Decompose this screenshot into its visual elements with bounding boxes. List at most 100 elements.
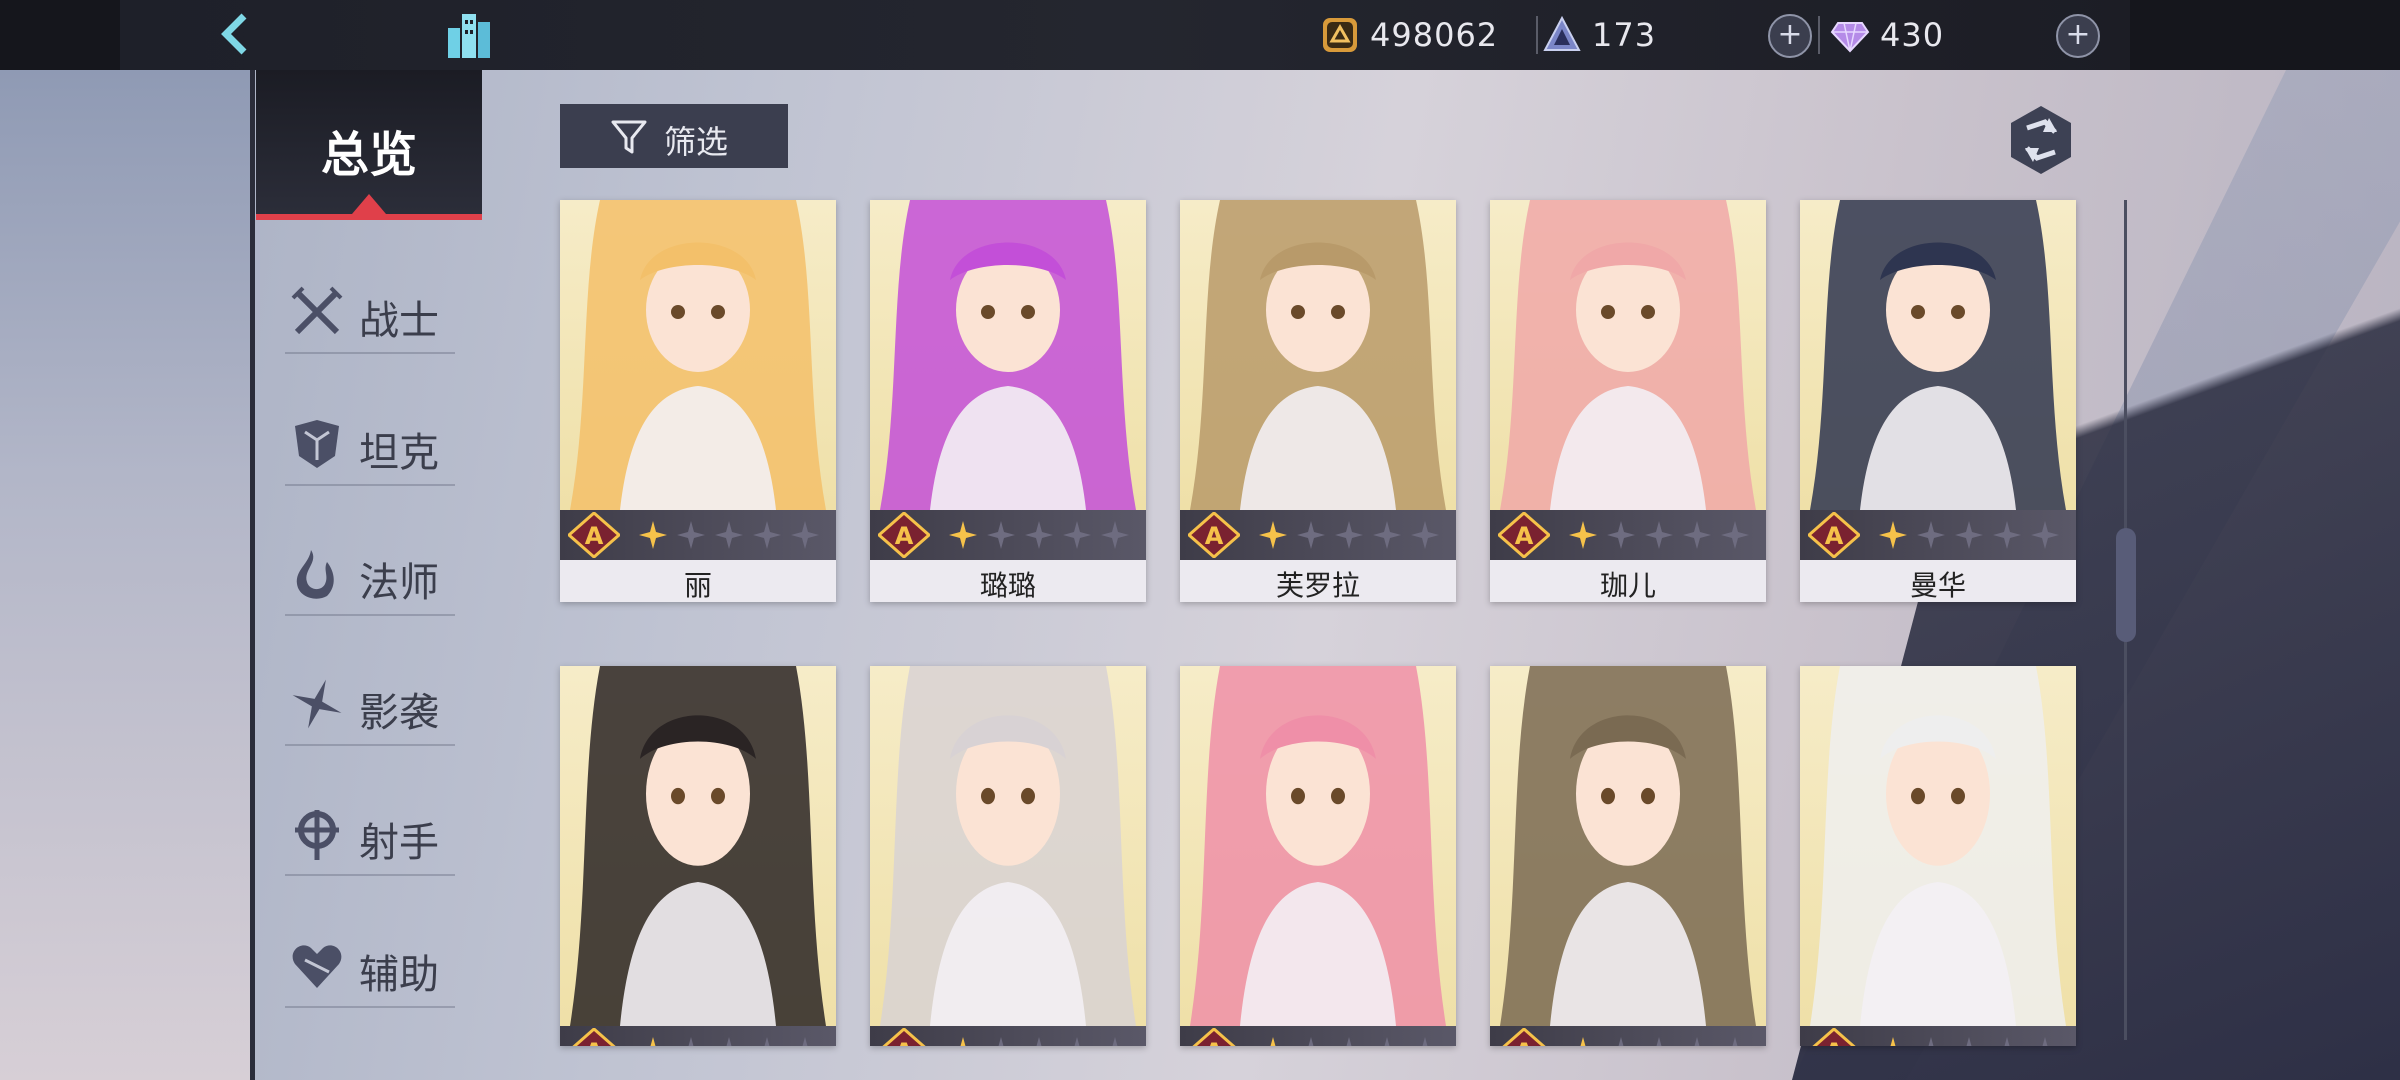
- sidebar-item-label: 辅助: [359, 952, 439, 998]
- character-portrait: [1180, 666, 1456, 1026]
- character-card[interactable]: A: [560, 666, 836, 1046]
- add-stamina-button[interactable]: +: [1768, 14, 1812, 58]
- star-icon: [1656, 1037, 1662, 1046]
- flame-icon: [296, 550, 334, 599]
- character-name: 芙罗拉: [1275, 569, 1360, 602]
- star-icon: [949, 521, 977, 549]
- svg-text:A: A: [1205, 522, 1224, 550]
- star-icon: [726, 1037, 732, 1046]
- rank-badge-icon: A: [1192, 1028, 1236, 1046]
- rank-strip: A: [560, 1026, 836, 1046]
- gem-counter: 430: [1830, 12, 1944, 58]
- svg-text:A: A: [895, 1038, 914, 1046]
- back-arrow-icon: [221, 13, 247, 55]
- sidebar-item-support[interactable]: 辅助: [285, 926, 455, 1008]
- star-icon: [1580, 1037, 1586, 1046]
- star-icon: [1074, 1037, 1080, 1046]
- rank-badge-icon: A: [568, 512, 620, 558]
- sidebar-item-mage[interactable]: 法师: [285, 534, 455, 616]
- rank-strip: A: [1800, 510, 2076, 560]
- add-gem-button[interactable]: +: [2056, 14, 2100, 58]
- star-icon: [1993, 521, 2021, 549]
- stamina-icon: [1543, 15, 1581, 51]
- character-card[interactable]: A: [870, 666, 1146, 1046]
- star-icon: [1384, 1037, 1390, 1046]
- active-indicator: [352, 194, 386, 214]
- star-icon: [1112, 1037, 1118, 1046]
- star-icon: [1259, 521, 1287, 549]
- sidebar-item-assassin[interactable]: 影袭: [285, 664, 455, 746]
- character-name: 曼华: [1909, 569, 1966, 602]
- back-button[interactable]: [210, 6, 266, 62]
- city-button[interactable]: [442, 6, 498, 62]
- svg-text:A: A: [585, 522, 604, 550]
- character-card[interactable]: A: [1180, 666, 1456, 1046]
- character-portrait: [560, 666, 836, 1026]
- star-icon: [1645, 521, 1673, 549]
- star-icon: [1422, 1037, 1428, 1046]
- character-portrait: [1800, 666, 2076, 1026]
- filter-button[interactable]: 筛选: [560, 104, 788, 168]
- star-icon: [1036, 1037, 1042, 1046]
- character-name-bar: 丽: [560, 560, 836, 602]
- star-icon: [1308, 1037, 1314, 1046]
- rank-badge-icon: A: [1188, 512, 1240, 558]
- star-icon: [2031, 521, 2059, 549]
- gold-value: 498062: [1370, 16, 1499, 54]
- character-name-bar: 芙罗拉: [1180, 560, 1456, 602]
- character-card[interactable]: A 芙罗拉: [1180, 200, 1456, 602]
- top-bar: 498062 173 + 430 +: [0, 0, 2400, 70]
- character-card[interactable]: A 璐璐: [870, 200, 1146, 602]
- sidebar-item-tank[interactable]: 坦克: [285, 404, 455, 486]
- character-name: 丽: [683, 569, 712, 602]
- character-portrait: [1180, 200, 1456, 510]
- sidebar-item-label: 战士: [359, 298, 439, 344]
- sidebar-item-warrior[interactable]: 战士: [285, 272, 455, 354]
- crosshair-icon: [295, 810, 339, 860]
- gem-value: 430: [1880, 16, 1945, 54]
- star-icon: [1683, 521, 1711, 549]
- heart-icon: [292, 945, 342, 988]
- rank-strip: A: [870, 510, 1146, 560]
- tab-overview[interactable]: 总览: [256, 70, 482, 220]
- star-icon: [1955, 521, 1983, 549]
- rank-strip: A: [1490, 1026, 1766, 1046]
- star-icon: [1618, 1037, 1624, 1046]
- top-bar-inner: [120, 0, 2130, 70]
- character-card[interactable]: A: [1490, 666, 1766, 1046]
- rank-strip: A: [1180, 1026, 1456, 1046]
- character-card[interactable]: A 珈儿: [1490, 200, 1766, 602]
- scrollbar-thumb[interactable]: [2116, 528, 2136, 642]
- funnel-icon: [611, 120, 647, 154]
- star-icon: [1297, 521, 1325, 549]
- character-card[interactable]: A丽: [560, 200, 836, 602]
- sidebar-item-label: 坦克: [359, 430, 439, 476]
- star-icon: [1694, 1037, 1700, 1046]
- star-icon: [1890, 1037, 1896, 1046]
- svg-text:A: A: [1825, 1038, 1844, 1046]
- gold-coin-icon: [1323, 18, 1357, 52]
- star-icon: [1966, 1037, 1972, 1046]
- character-portrait: [870, 666, 1146, 1026]
- star-icon: [1917, 521, 1945, 549]
- shuriken-icon: [292, 679, 342, 729]
- star-icon: [1025, 521, 1053, 549]
- rank-badge-icon: A: [882, 1028, 926, 1046]
- sidebar-item-marksman[interactable]: 射手: [285, 794, 455, 876]
- star-icon: [1721, 521, 1749, 549]
- star-icon: [1373, 521, 1401, 549]
- character-portrait: [560, 200, 836, 510]
- refresh-button[interactable]: [2005, 104, 2077, 176]
- star-icon: [1411, 521, 1439, 549]
- gold-counter: 498062: [1320, 12, 1498, 58]
- rank-strip: A: [870, 1026, 1146, 1046]
- character-portrait: [870, 200, 1146, 510]
- star-icon: [1732, 1037, 1738, 1046]
- sidebar-item-label: 影袭: [359, 690, 439, 736]
- character-card[interactable]: A 曼华: [1800, 200, 2076, 602]
- svg-text:A: A: [1515, 1038, 1534, 1046]
- character-card[interactable]: A: [1800, 666, 2076, 1046]
- star-icon: [2004, 1037, 2010, 1046]
- star-icon: [1569, 521, 1597, 549]
- star-icon: [987, 521, 1015, 549]
